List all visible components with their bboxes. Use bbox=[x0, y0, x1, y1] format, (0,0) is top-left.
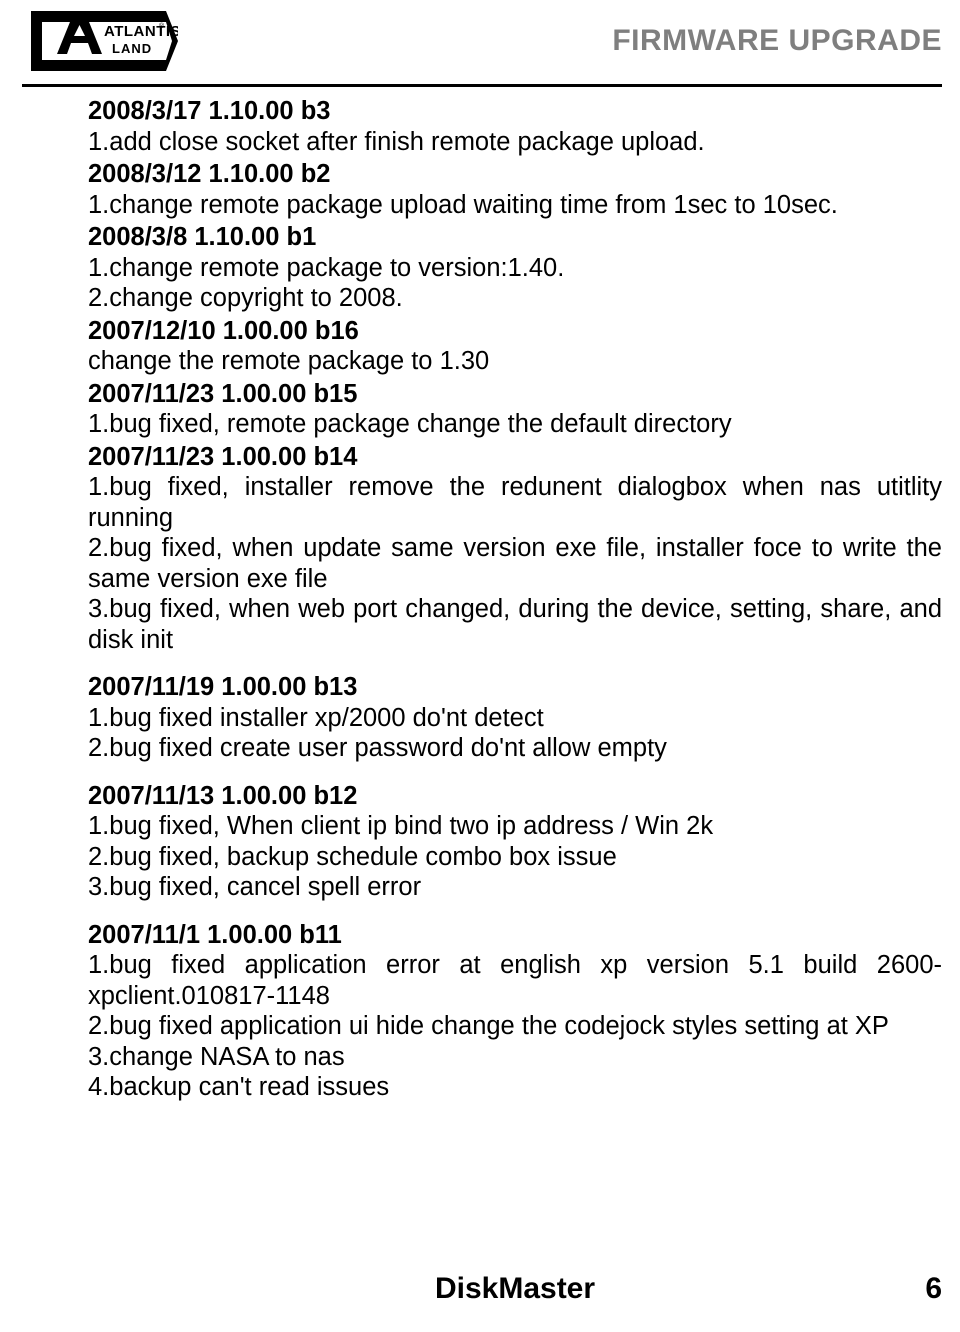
changelog-entry: 2008/3/12 1.10.00 b2 1.change remote pac… bbox=[88, 159, 942, 220]
entry-version: 2007/11/23 1.00.00 b14 bbox=[88, 442, 358, 471]
footer-product-name: DiskMaster bbox=[434, 1272, 596, 1305]
entry-line: 4.backup can't read issues bbox=[88, 1073, 390, 1101]
entry-line: 2.bug fixed create user password do'nt a… bbox=[88, 734, 667, 762]
header-divider bbox=[22, 84, 942, 87]
entry-line: 2.bug fixed, backup schedule combo box i… bbox=[88, 842, 617, 871]
entry-version: 2007/11/19 1.00.00 b13 bbox=[88, 673, 358, 701]
page-footer: DiskMaster 6 bbox=[88, 1272, 942, 1314]
changelog-entry: 2008/3/8 1.10.00 b1 1.change remote pack… bbox=[88, 222, 942, 314]
entry-line: 1.bug fixed installer xp/2000 do'nt dete… bbox=[88, 703, 544, 732]
entry-line: 1.bug fixed, remote package change the d… bbox=[88, 410, 732, 438]
entry-line: 2.bug fixed application ui hide change t… bbox=[88, 1012, 889, 1040]
changelog-entry: 2007/11/13 1.00.00 b12 1.bug fixed, When… bbox=[88, 781, 942, 903]
footer-page-number: 6 bbox=[925, 1272, 942, 1305]
entry-line: change the remote package to 1.30 bbox=[88, 347, 490, 375]
entry-line: 1.change remote package to version:1.40. bbox=[88, 253, 565, 282]
svg-text:ATLANTIS: ATLANTIS bbox=[104, 23, 178, 40]
changelog-entry: 2007/11/1 1.00.00 b11 1.bug fixed applic… bbox=[88, 920, 942, 1103]
changelog-entry: 2007/11/23 1.00.00 b14 1.bug fixed, inst… bbox=[88, 442, 942, 656]
entry-line: 1.add close socket after finish remote p… bbox=[88, 127, 705, 156]
entry-line: 2.bug fixed, when update same version ex… bbox=[88, 534, 942, 593]
svg-text:LAND: LAND bbox=[112, 41, 152, 56]
page-header: ATLANTIS ® LAND FIRMWARE UPGRADE bbox=[0, 0, 960, 87]
entry-line: 1.change remote package upload waiting t… bbox=[88, 190, 838, 219]
entry-line: 1.bug fixed, installer remove the redune… bbox=[88, 473, 942, 532]
entry-line: 1.bug fixed, When client ip bind two ip … bbox=[88, 812, 714, 840]
changelog-entry: 2007/12/10 1.00.00 b16 change the remote… bbox=[88, 316, 942, 377]
entry-line: 1.bug fixed application error at english… bbox=[88, 951, 942, 1010]
entry-line: 3.bug fixed, cancel spell error bbox=[88, 873, 422, 901]
svg-text:®: ® bbox=[159, 22, 165, 30]
entry-version: 2008/3/12 1.10.00 b2 bbox=[88, 160, 331, 188]
changelog-entry: 2007/11/23 1.00.00 b15 1.bug fixed, remo… bbox=[88, 379, 942, 440]
entry-line: 3.change NASA to nas bbox=[88, 1042, 345, 1071]
entry-version: 2007/11/23 1.00.00 b15 bbox=[88, 379, 358, 408]
entry-version: 2007/11/1 1.00.00 b11 bbox=[88, 920, 342, 949]
entry-version: 2007/12/10 1.00.00 b16 bbox=[88, 316, 359, 345]
entry-line: 3.bug fixed, when web port changed, duri… bbox=[88, 595, 942, 654]
entry-version: 2007/11/13 1.00.00 b12 bbox=[88, 781, 358, 810]
changelog-entry: 2008/3/17 1.10.00 b3 1.add close socket … bbox=[88, 96, 942, 157]
entry-version: 2008/3/8 1.10.00 b1 bbox=[88, 223, 317, 251]
changelog-entry: 2007/11/19 1.00.00 b13 1.bug fixed insta… bbox=[88, 672, 942, 764]
entry-version: 2008/3/17 1.10.00 b3 bbox=[88, 97, 331, 125]
page-title: FIRMWARE UPGRADE bbox=[612, 24, 942, 57]
document-page: ATLANTIS ® LAND FIRMWARE UPGRADE 2008/3/… bbox=[0, 0, 960, 1332]
entry-line: 2.change copyright to 2008. bbox=[88, 284, 403, 312]
atlantis-land-logo-icon: ATLANTIS ® LAND bbox=[28, 8, 178, 74]
changelog-content: 2008/3/17 1.10.00 b3 1.add close socket … bbox=[88, 96, 942, 1103]
